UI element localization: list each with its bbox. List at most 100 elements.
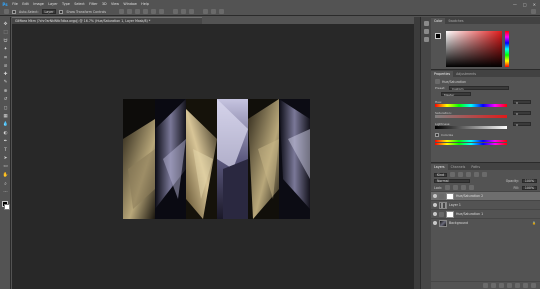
layer-row[interactable]: Hue/Saturation 1 [431,209,540,218]
clone-stamp-tool-icon[interactable]: ⊕ [2,88,9,94]
layer-mask-thumbnail[interactable] [446,192,454,200]
lock-transparent-icon[interactable] [445,185,451,190]
hue-input[interactable]: 0 [513,100,531,105]
type-tool-icon[interactable]: T [2,147,9,153]
workspace-icon[interactable] [531,9,536,14]
menu-window[interactable]: Window [121,2,139,6]
delete-layer-icon[interactable] [531,283,536,288]
brush-tool-icon[interactable]: ✎ [2,80,9,86]
saturation-slider-track[interactable] [435,115,507,118]
3d-pan-icon[interactable] [219,9,225,14]
align-left-icon[interactable] [143,9,149,14]
menu-3d[interactable]: 3D [100,2,109,6]
opacity-input[interactable]: 100% [521,179,537,183]
filter-adjustment-icon[interactable] [458,172,464,177]
new-group-icon[interactable] [515,283,520,288]
close-icon[interactable]: ✕ [533,2,536,7]
document-tab[interactable]: GIMbea Mkm (?chr?arNkWtb?dba.orgpj) @ 16… [12,17,202,24]
lock-image-icon[interactable] [453,185,459,190]
marquee-tool-icon[interactable]: ⬚ [2,29,9,35]
tab-color[interactable]: Color [431,18,446,24]
gradient-tool-icon[interactable]: ▦ [2,113,9,119]
distribute-icon[interactable] [173,9,179,14]
tab-channels[interactable]: Channels [448,164,469,170]
shape-tool-icon[interactable]: ▭ [2,164,9,170]
character-panel-icon[interactable] [424,37,429,42]
hue-slider-track[interactable] [435,104,507,107]
quick-select-tool-icon[interactable]: ✦ [2,46,9,52]
layer-row[interactable]: Layer 1 [431,200,540,209]
new-adjustment-icon[interactable] [507,283,512,288]
layer-row[interactable]: Hue/Saturation 2 [431,191,540,200]
history-panel-icon[interactable] [424,21,429,26]
filter-shape-icon[interactable] [474,172,480,177]
lightness-input[interactable]: 0 [513,122,531,127]
blend-mode-dropdown[interactable]: Normal [434,179,470,183]
3d-mode-icon[interactable] [203,9,209,14]
preset-dropdown[interactable]: Custom [449,86,509,91]
background-color-swatch[interactable] [4,204,10,210]
align-top-icon[interactable] [119,9,125,14]
hand-tool-icon[interactable]: ✋ [2,172,9,178]
layer-style-icon[interactable] [491,283,496,288]
align-right-icon[interactable] [159,9,165,14]
tab-paths[interactable]: Paths [468,164,483,170]
align-center-icon[interactable] [151,9,157,14]
color-picker-field[interactable] [446,31,502,67]
tab-layers[interactable]: Layers [431,164,448,170]
link-layers-icon[interactable] [483,283,488,288]
color-panel-foreground-swatch[interactable] [435,33,441,39]
distribute-2-icon[interactable] [181,9,187,14]
visibility-eye-icon[interactable] [433,194,437,198]
menu-edit[interactable]: Edit [20,2,31,6]
eraser-tool-icon[interactable]: ◻ [2,105,9,111]
lock-all-icon[interactable] [469,185,475,190]
layer-row[interactable]: Background 🔒 [431,218,540,227]
colorize-checkbox[interactable] [435,133,439,137]
3d-rotate-icon[interactable] [211,9,217,14]
tab-properties[interactable]: Properties [431,71,454,77]
layer-thumbnail[interactable] [439,219,447,227]
auto-select-dropdown[interactable]: Layer [41,9,57,14]
visibility-eye-icon[interactable] [433,221,437,225]
healing-tool-icon[interactable]: ✚ [2,71,9,77]
layer-mask-thumbnail[interactable] [446,210,454,218]
move-tool-preset-icon[interactable] [4,9,9,14]
lightness-slider-track[interactable] [435,126,507,129]
path-select-tool-icon[interactable]: ➤ [2,155,9,161]
zoom-tool-icon[interactable]: ⌕ [2,181,9,187]
menu-layer[interactable]: Layer [46,2,60,6]
filter-smart-icon[interactable] [482,172,488,177]
restore-icon[interactable]: □ [523,2,527,7]
fill-input[interactable]: 100% [521,185,537,190]
menu-image[interactable]: Image [31,2,46,6]
filter-type-icon[interactable] [466,172,472,177]
menu-file[interactable]: File [10,2,20,6]
tab-swatches[interactable]: Swatches [445,18,466,24]
visibility-eye-icon[interactable] [433,212,437,216]
menu-select[interactable]: Select [72,2,87,6]
menu-type[interactable]: Type [60,2,72,6]
saturation-input[interactable]: 0 [513,111,531,116]
menu-filter[interactable]: Filter [87,2,100,6]
layer-thumbnail[interactable] [439,201,447,209]
history-brush-tool-icon[interactable]: ↺ [2,97,9,103]
filter-pixel-icon[interactable] [450,172,456,177]
minimize-icon[interactable]: — [513,2,517,7]
eyedropper-tool-icon[interactable]: ⊘ [2,63,9,69]
align-bottom-icon[interactable] [135,9,141,14]
layer-kind-filter[interactable]: Kind [434,172,448,177]
canvas-image[interactable] [123,99,310,219]
actions-panel-icon[interactable] [424,29,429,34]
tab-adjustments[interactable]: Adjustments [453,71,479,77]
channel-dropdown[interactable]: Master [441,92,471,97]
add-mask-icon[interactable] [499,283,504,288]
auto-select-checkbox[interactable] [12,9,16,14]
lasso-tool-icon[interactable]: ᗢ [2,38,9,44]
show-transform-checkbox[interactable] [59,9,64,14]
align-middle-icon[interactable] [127,9,133,14]
pen-tool-icon[interactable]: ✒ [2,139,9,145]
menu-view[interactable]: View [109,2,121,6]
canvas-area[interactable] [12,24,414,289]
move-tool-icon[interactable]: ✥ [2,21,9,27]
